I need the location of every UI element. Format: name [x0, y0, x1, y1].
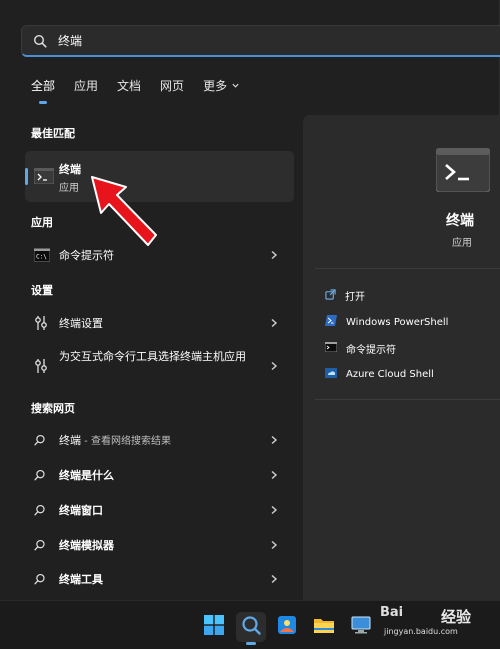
watermark-brand: Bai [380, 605, 404, 620]
chevron-right-icon[interactable] [270, 435, 278, 445]
best-match-heading: 最佳匹配 [31, 127, 75, 140]
start-button[interactable] [199, 612, 229, 642]
action-open[interactable]: 打开 [325, 288, 365, 303]
web-result[interactable]: 终端窗口 [25, 495, 294, 525]
web-result[interactable]: 终端 - 查看网络搜索结果 [25, 425, 294, 455]
action-powershell[interactable]: Windows PowerShell [325, 315, 448, 329]
search-flyout: 全部 应用 文档 网页 更多 最佳匹配 终端 应用 应用 C:\ 命令提示符 设… [0, 0, 500, 600]
settings-sliders-icon [34, 315, 48, 331]
remote-desktop[interactable] [346, 612, 376, 642]
web-result-label: 终端工具 [59, 573, 103, 586]
action-azure-cloud-shell-label: Azure Cloud Shell [346, 369, 434, 380]
pointer-arrow-annotation [91, 176, 157, 246]
details-title: 终端 [446, 213, 474, 229]
details-type: 应用 [452, 238, 472, 249]
web-result[interactable]: 终端工具 [25, 564, 294, 594]
search-icon [241, 615, 261, 639]
apps-heading: 应用 [31, 216, 53, 229]
search-box[interactable] [21, 25, 500, 57]
azure-cloud-shell-icon [325, 368, 337, 381]
powershell-icon [325, 315, 337, 329]
search-icon [34, 504, 46, 516]
divider [315, 268, 500, 269]
search-icon [34, 469, 46, 481]
watermark-url: jingyan.baidu.com [384, 627, 458, 636]
tab-more-label: 更多 [203, 79, 228, 93]
watermark-text: 经验 [441, 608, 472, 626]
terminal-icon [435, 147, 491, 196]
search-button[interactable] [236, 612, 266, 645]
search-icon [34, 539, 46, 551]
web-result-query: 终端 [59, 434, 81, 447]
chevron-down-icon [232, 83, 239, 88]
windows-logo-icon [204, 615, 224, 639]
tab-apps[interactable]: 应用 [74, 77, 98, 94]
chevron-right-icon[interactable] [270, 540, 278, 550]
web-result-hint: - 查看网络搜索结果 [81, 436, 171, 447]
best-match-type: 应用 [59, 183, 79, 194]
action-azure-cloud-shell[interactable]: Azure Cloud Shell [325, 368, 434, 381]
photos-icon [277, 615, 297, 639]
tab-all-label: 全部 [31, 79, 56, 93]
divider [315, 399, 500, 400]
command-prompt-icon: C:\ [34, 248, 50, 262]
selection-indicator [25, 168, 28, 185]
web-result-label: 终端模拟器 [59, 539, 114, 552]
open-external-icon [325, 288, 336, 303]
setting-terminal-settings-label: 终端设置 [59, 317, 103, 330]
web-search-heading: 搜索网页 [31, 402, 75, 415]
tab-more[interactable]: 更多 [203, 77, 240, 94]
svg-text:C:\: C:\ [36, 254, 47, 261]
chevron-right-icon[interactable] [270, 574, 278, 584]
settings-sliders-icon [34, 358, 48, 374]
chevron-right-icon[interactable] [270, 250, 278, 260]
action-open-label: 打开 [345, 292, 365, 303]
search-icon [34, 573, 46, 585]
folder-icon [313, 616, 335, 638]
settings-heading: 设置 [31, 284, 53, 297]
search-input[interactable] [58, 33, 478, 48]
filter-tabs: 全部 应用 文档 网页 更多 [31, 77, 259, 104]
web-result[interactable]: 终端模拟器 [25, 530, 294, 560]
web-result-label: 终端是什么 [59, 469, 114, 482]
web-result-label: 终端 - 查看网络搜索结果 [59, 432, 171, 448]
details-pane: 终端 应用 打开 Windows PowerShell 命令提示符 Azure … [303, 115, 500, 600]
chevron-right-icon[interactable] [270, 318, 278, 328]
best-match-name: 终端 [59, 163, 81, 176]
chevron-right-icon[interactable] [270, 361, 278, 371]
tab-all[interactable]: 全部 [31, 77, 56, 104]
file-explorer[interactable] [309, 612, 339, 642]
chevron-right-icon[interactable] [270, 470, 278, 480]
terminal-icon [33, 167, 55, 188]
setting-terminal-host[interactable]: 为交互式命令行工具选择终端主机应用 [25, 345, 294, 387]
command-prompt-icon [324, 341, 338, 355]
web-result-label: 终端窗口 [59, 504, 103, 517]
tab-web-label: 网页 [160, 79, 185, 93]
setting-terminal-settings[interactable]: 终端设置 [25, 308, 294, 338]
action-command-prompt-label: 命令提示符 [346, 345, 396, 356]
tab-web[interactable]: 网页 [160, 77, 184, 94]
web-result[interactable]: 终端是什么 [25, 460, 294, 490]
search-icon [22, 26, 58, 56]
chevron-right-icon[interactable] [270, 505, 278, 515]
tab-apps-label: 应用 [74, 79, 99, 93]
photos-app[interactable] [272, 612, 302, 642]
setting-terminal-host-label: 为交互式命令行工具选择终端主机应用 [59, 350, 246, 363]
tab-documents[interactable]: 文档 [117, 77, 141, 94]
action-command-prompt[interactable]: 命令提示符 [324, 341, 396, 356]
tab-documents-label: 文档 [117, 79, 142, 93]
search-icon [34, 434, 46, 446]
action-powershell-label: Windows PowerShell [346, 316, 449, 328]
remote-desktop-icon [351, 616, 371, 638]
